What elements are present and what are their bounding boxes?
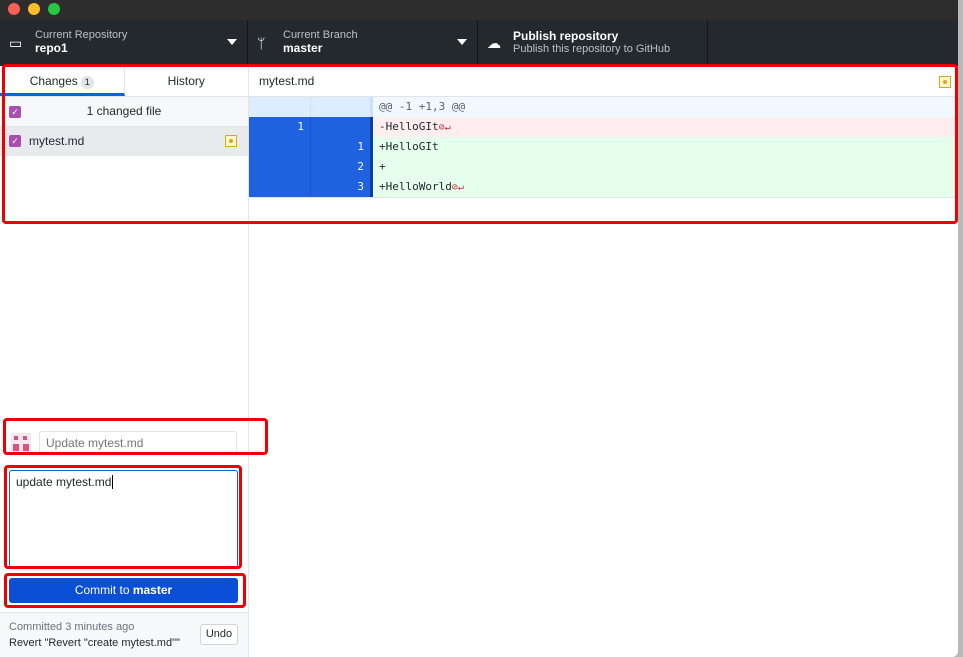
close-window-button[interactable] (8, 3, 20, 15)
modified-icon (939, 76, 951, 88)
diff-code: + (376, 157, 958, 177)
diff-panel: mytest.md @@ -1 +1,3 @@ 1 -HelloGIt⊘↵ 1 +Hel… (249, 66, 958, 657)
file-checkbox[interactable]: ✓ (9, 135, 21, 147)
undo-button[interactable]: Undo (200, 624, 238, 645)
last-commit-message: Revert "Revert "create mytest.md"" (9, 637, 180, 649)
publish-repository-button[interactable]: ☁ Publish repository Publish this reposi… (478, 20, 708, 66)
no-newline-icon: ⊘↵ (451, 182, 464, 193)
diff-line-del[interactable]: 1 -HelloGIt⊘↵ (249, 117, 958, 137)
changes-count-badge: 1 (80, 76, 94, 89)
code-text: + (379, 160, 386, 173)
avatar (11, 433, 31, 453)
repo-name: repo1 (35, 41, 68, 55)
new-line-number (311, 97, 373, 117)
diff-line-add[interactable]: 1 +HelloGIt (249, 137, 958, 157)
publish-description: Publish this repository to GitHub (513, 43, 671, 55)
old-line-number (249, 137, 311, 157)
chevron-down-icon (457, 39, 467, 45)
repo-label: Current Repository (35, 29, 128, 41)
tab-history[interactable]: History (125, 66, 249, 96)
select-all-checkbox[interactable]: ✓ (9, 106, 21, 118)
git-branch-icon: ᛘ (257, 35, 266, 51)
modified-icon (225, 135, 237, 147)
toolbar: ▭ Current Repository repo1 ᛘ Current Bra… (0, 20, 958, 66)
commit-summary-input[interactable] (39, 431, 237, 455)
publish-label: Publish repository (513, 29, 619, 43)
chevron-down-icon (227, 39, 237, 45)
tab-changes[interactable]: Changes 1 (0, 66, 125, 96)
diff-code: @@ -1 +1,3 @@ (376, 97, 958, 117)
current-repository-dropdown[interactable]: ▭ Current Repository repo1 (0, 20, 248, 66)
commit-button-label: Commit to (74, 583, 133, 597)
desktop-icon: ▭ (9, 35, 23, 51)
diff-filename: mytest.md (259, 74, 315, 88)
tab-changes-label: Changes (29, 74, 78, 88)
code-text: +HelloGIt (379, 140, 439, 153)
new-line-number: 2 (311, 157, 373, 177)
zoom-window-button[interactable] (48, 3, 60, 15)
last-commit-time: Committed 3 minutes ago (9, 621, 135, 633)
old-line-number (249, 157, 311, 177)
commit-button[interactable]: Commit to master (9, 578, 238, 603)
old-line-number (249, 97, 311, 117)
cloud-upload-icon: ☁ (487, 35, 501, 51)
new-line-number (311, 117, 373, 137)
title-bar (0, 0, 958, 20)
old-line-number: 1 (249, 117, 311, 137)
commit-description-input[interactable]: update mytest.md (9, 470, 238, 568)
minimize-window-button[interactable] (28, 3, 40, 15)
code-text: +HelloWorld (379, 180, 452, 193)
diff-lines: @@ -1 +1,3 @@ 1 -HelloGIt⊘↵ 1 +HelloGIt 2 +3 +H… (249, 97, 958, 198)
code-text: @@ -1 +1,3 @@ (379, 100, 466, 113)
diff-line-add[interactable]: 2 + (249, 157, 958, 177)
branch-name: master (283, 41, 323, 55)
app-window: ▭ Current Repository repo1 ᛘ Current Bra… (0, 0, 958, 657)
branch-label: Current Branch (283, 29, 358, 41)
diff-code: -HelloGIt⊘↵ (376, 117, 958, 138)
last-commit-panel: Committed 3 minutes ago Revert "Revert "… (0, 612, 248, 657)
description-text: update mytest.md (16, 475, 112, 489)
old-line-number (249, 177, 311, 197)
diff-code: +HelloGIt (376, 137, 958, 157)
no-newline-icon: ⊘↵ (438, 122, 451, 133)
file-name: mytest.md (29, 134, 85, 148)
sidebar: Changes 1 History ✓ 1 changed file ✓ myte… (0, 66, 249, 657)
diff-line-add[interactable]: 3 +HelloWorld⊘↵ (249, 177, 958, 197)
current-branch-dropdown[interactable]: ᛘ Current Branch master (248, 20, 478, 66)
new-line-number: 1 (311, 137, 373, 157)
file-list-item[interactable]: ✓ mytest.md (0, 127, 248, 156)
diff-code: +HelloWorld⊘↵ (376, 177, 958, 198)
diff-header: mytest.md (249, 66, 958, 97)
new-line-number: 3 (311, 177, 373, 197)
changed-files-header: ✓ 1 changed file (0, 97, 248, 127)
diff-line-hunk[interactable]: @@ -1 +1,3 @@ (249, 97, 958, 117)
commit-button-branch: master (132, 583, 173, 597)
code-text: -HelloGIt (379, 120, 439, 133)
changed-files-count: 1 changed file (86, 104, 162, 118)
